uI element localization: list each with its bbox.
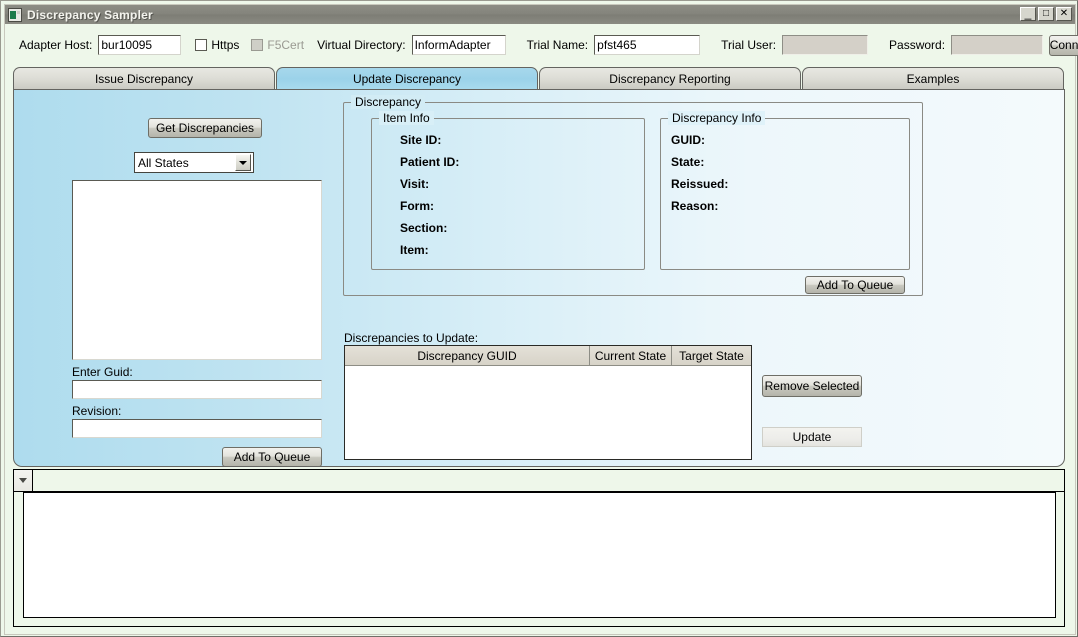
tab-examples[interactable]: Examples bbox=[802, 67, 1064, 90]
window-controls: _ □ ✕ bbox=[1020, 7, 1072, 21]
caret-down-icon[interactable] bbox=[14, 470, 33, 491]
grid-col-target-state[interactable]: Target State bbox=[672, 346, 751, 365]
password-label: Password: bbox=[889, 38, 946, 52]
trial-name-label: Trial Name: bbox=[526, 38, 589, 52]
remove-selected-button[interactable]: Remove Selected bbox=[762, 375, 862, 397]
window-title: Discrepancy Sampler bbox=[27, 7, 153, 22]
f5cert-label: F5Cert bbox=[267, 38, 305, 52]
https-label: Https bbox=[211, 38, 240, 52]
discrepancy-add-to-queue-button[interactable]: Add To Queue bbox=[805, 276, 905, 294]
enter-guid-input[interactable] bbox=[72, 380, 322, 399]
f5cert-checkbox: F5Cert bbox=[251, 38, 304, 52]
update-button[interactable]: Update bbox=[762, 427, 862, 447]
main-tab-control: Issue Discrepancy Update Discrepancy Dis… bbox=[13, 67, 1065, 467]
trial-user-label: Trial User: bbox=[721, 38, 777, 52]
adapter-host-input[interactable] bbox=[98, 35, 182, 55]
caret-down-glyph bbox=[19, 478, 27, 483]
log-panel-header bbox=[14, 470, 1064, 492]
https-checkbox[interactable]: Https bbox=[195, 38, 239, 52]
application-window: Discrepancy Sampler _ □ ✕ Adapter Host: … bbox=[0, 0, 1078, 637]
field-patient-id-label: Patient ID: bbox=[400, 155, 460, 169]
enter-guid-label: Enter Guid: bbox=[72, 365, 133, 379]
title-bar[interactable]: Discrepancy Sampler _ □ ✕ bbox=[5, 5, 1075, 24]
password-input[interactable] bbox=[951, 35, 1044, 55]
field-form-label: Form: bbox=[400, 199, 434, 213]
minimize-button[interactable]: _ bbox=[1020, 7, 1036, 21]
field-reissued-label: Reissued: bbox=[671, 177, 729, 191]
state-filter-value: All States bbox=[138, 155, 189, 170]
item-info-groupbox-title: Item Info bbox=[379, 111, 434, 125]
tab-strip: Issue Discrepancy Update Discrepancy Dis… bbox=[13, 67, 1065, 90]
maximize-icon: □ bbox=[1042, 8, 1050, 19]
trial-user-input[interactable] bbox=[782, 35, 869, 55]
app-icon bbox=[8, 7, 22, 22]
field-guid-label: GUID: bbox=[671, 133, 705, 147]
revision-label: Revision: bbox=[72, 404, 122, 418]
log-output-area[interactable] bbox=[23, 492, 1056, 618]
virtual-directory-input[interactable] bbox=[411, 35, 506, 55]
discrepancy-groupbox-title: Discrepancy bbox=[351, 95, 426, 109]
discrepancy-info-groupbox-title: Discrepancy Info bbox=[668, 111, 766, 125]
discrepancy-groupbox: Discrepancy Item Info Site ID: Patient I… bbox=[343, 95, 923, 296]
virtual-directory-label: Virtual Directory: bbox=[317, 38, 406, 52]
trial-name-input[interactable] bbox=[594, 35, 701, 55]
grid-col-discrepancy-guid[interactable]: Discrepancy GUID bbox=[345, 346, 590, 365]
field-section-label: Section: bbox=[400, 221, 448, 235]
left-add-to-queue-button[interactable]: Add To Queue bbox=[222, 447, 322, 466]
tab-discrepancy-reporting[interactable]: Discrepancy Reporting bbox=[539, 67, 801, 90]
connect-button[interactable]: Connect bbox=[1049, 34, 1078, 56]
maximize-button[interactable]: □ bbox=[1038, 7, 1054, 21]
field-state-label: State: bbox=[671, 155, 705, 169]
chevron-down-icon[interactable] bbox=[235, 154, 251, 171]
field-site-id-label: Site ID: bbox=[400, 133, 442, 147]
item-info-groupbox: Item Info Site ID: Patient ID: Visit: Fo… bbox=[371, 111, 645, 270]
state-filter-combobox[interactable]: All States bbox=[134, 152, 254, 173]
revision-input[interactable] bbox=[72, 419, 322, 438]
adapter-host-label: Adapter Host: bbox=[19, 38, 93, 52]
discrepancy-info-groupbox: Discrepancy Info GUID: State: Reissued: … bbox=[660, 111, 910, 270]
https-checkbox-box[interactable] bbox=[195, 39, 208, 51]
grid-header-row: Discrepancy GUID Current State Target St… bbox=[345, 346, 751, 366]
field-reason-label: Reason: bbox=[671, 199, 719, 213]
get-discrepancies-button[interactable]: Get Discrepancies bbox=[148, 118, 262, 138]
close-icon: ✕ bbox=[1059, 8, 1069, 19]
tab-issue-discrepancy[interactable]: Issue Discrepancy bbox=[13, 67, 275, 90]
tab-page-update-discrepancy: Get Discrepancies All States Enter Guid:… bbox=[13, 89, 1065, 467]
connection-toolbar: Adapter Host: Https F5Cert Virtual Direc… bbox=[5, 25, 1078, 65]
field-item-label: Item: bbox=[400, 243, 429, 257]
f5cert-checkbox-box bbox=[251, 39, 264, 51]
caret-down-glyph bbox=[239, 160, 247, 165]
field-visit-label: Visit: bbox=[400, 177, 430, 191]
queue-caption: Discrepancies to Update: bbox=[344, 331, 479, 345]
tab-update-discrepancy[interactable]: Update Discrepancy bbox=[276, 67, 538, 90]
log-panel bbox=[13, 469, 1065, 627]
minimize-icon: _ bbox=[1024, 6, 1032, 20]
discrepancy-listbox[interactable] bbox=[72, 180, 322, 360]
close-button[interactable]: ✕ bbox=[1056, 7, 1072, 21]
grid-col-current-state[interactable]: Current State bbox=[590, 346, 672, 365]
discrepancies-to-update-grid[interactable]: Discrepancy GUID Current State Target St… bbox=[344, 345, 752, 460]
